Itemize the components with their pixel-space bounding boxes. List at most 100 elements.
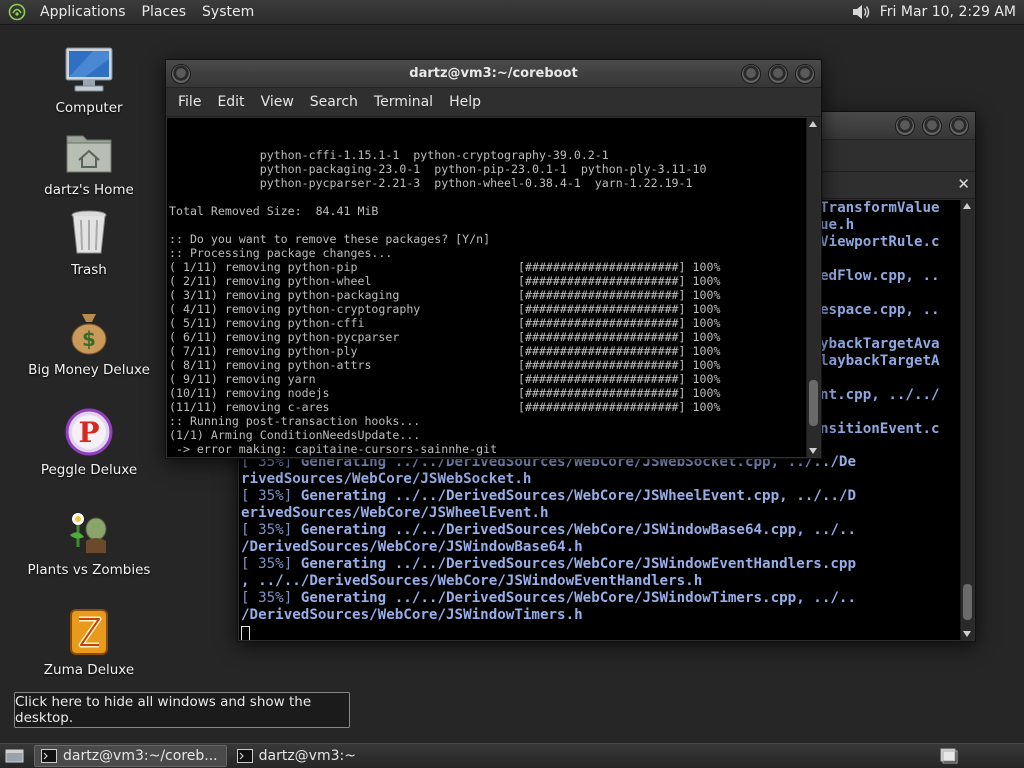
terminal-line: (10/11) removing nodejs [###############… xyxy=(169,386,721,400)
scroll-down-icon[interactable] xyxy=(809,448,817,454)
terminal-line: :: Processing package changes... xyxy=(169,246,393,260)
terminal-lines: python-cffi-1.15.1-1 python-cryptography… xyxy=(169,148,820,457)
build-output-line: rivedSources/WebCore/JSWebSocket.h xyxy=(241,471,856,488)
workspace-switcher-icon[interactable] xyxy=(940,748,958,764)
partial-output-line: ViewportRule.c xyxy=(820,234,940,250)
distro-logo-icon[interactable] xyxy=(8,3,26,21)
svg-text:$: $ xyxy=(82,327,96,351)
taskbar-item-label: dartz@vm3:~ xyxy=(258,748,356,764)
bottom-panel: dartz@vm3:~/coreb... dartz@vm3:~ xyxy=(0,743,1024,768)
partial-output-line xyxy=(820,370,940,387)
partial-output-line xyxy=(820,319,940,336)
close-button[interactable] xyxy=(949,115,969,136)
desktop-icon-zuma[interactable]: Zuma Deluxe xyxy=(14,606,164,678)
taskbar-item-home[interactable]: dartz@vm3:~ xyxy=(231,745,364,767)
build-output-line: [ 35%] Generating ../../DerivedSources/W… xyxy=(241,556,856,573)
minimize-button[interactable] xyxy=(741,63,761,84)
plants-vs-zombies-icon xyxy=(63,506,115,558)
partial-output-line: espace.cpp, .. xyxy=(820,302,940,318)
titlebar[interactable]: dartz@vm3:~/coreboot xyxy=(166,60,821,88)
show-desktop-tooltip: Click here to hide all windows and show … xyxy=(14,692,350,728)
build-output-line: [ 35%] Generating ../../DerivedSources/W… xyxy=(241,590,856,607)
terminal-line: [dartz@vm3 coreboot]$ xyxy=(169,456,820,457)
window-controls xyxy=(895,115,969,136)
menu-search[interactable]: Search xyxy=(302,94,366,110)
desktop-icon-label: Big Money Deluxe xyxy=(28,362,150,378)
panel-tray: Fri Mar 10, 2:29 AM xyxy=(850,2,1024,22)
desktop-icon-computer[interactable]: Computer xyxy=(14,44,164,116)
desktop-icon-plants-vs-zombies[interactable]: Plants vs Zombies xyxy=(14,506,164,578)
terminal-line: ( 3/11) removing python-packaging [#####… xyxy=(169,288,721,302)
terminal-line: ( 7/11) removing python-ply [###########… xyxy=(169,344,721,358)
taskbar-item-label: dartz@vm3:~/coreb... xyxy=(63,748,218,764)
terminal-line: ( 4/11) removing python-cryptography [##… xyxy=(169,302,721,316)
scroll-thumb[interactable] xyxy=(809,380,818,426)
menu-terminal[interactable]: Terminal xyxy=(366,94,441,110)
partial-output-line: laybackTargetA xyxy=(820,353,940,369)
menu-file[interactable]: File xyxy=(170,94,209,110)
window-controls xyxy=(741,63,815,84)
home-folder-icon xyxy=(63,126,115,178)
desktop-icon-label: Plants vs Zombies xyxy=(27,562,151,578)
minimize-button[interactable] xyxy=(895,115,915,136)
terminal-line: ( 9/11) removing yarn [#################… xyxy=(169,372,721,386)
build-message: , ../../DerivedSources/WebCore/JSWindowE… xyxy=(241,573,703,589)
desktop-icon-big-money[interactable]: $ Big Money Deluxe xyxy=(14,306,164,378)
scroll-up-icon[interactable] xyxy=(963,203,971,209)
terminal-cursor xyxy=(241,626,250,640)
window-menu-button[interactable] xyxy=(171,63,191,84)
applications-menu[interactable]: Applications xyxy=(32,4,134,20)
desktop-icon-label: Computer xyxy=(55,100,123,116)
partial-output-line: nt.cpp, ../../ xyxy=(820,387,940,403)
scroll-thumb[interactable] xyxy=(963,584,972,620)
close-tab-icon[interactable]: ✕ xyxy=(957,175,970,193)
partial-output-line: ue.h xyxy=(820,217,855,233)
system-menu[interactable]: System xyxy=(194,4,262,20)
progress-percent: [ 35%] xyxy=(241,488,293,504)
build-output: [ 35%] Generating ../../DerivedSources/W… xyxy=(241,454,856,624)
build-output-line: [ 35%] Generating ../../DerivedSources/W… xyxy=(241,488,856,505)
partial-output-line xyxy=(820,404,940,421)
desktop-icon-peggle[interactable]: P Peggle Deluxe xyxy=(14,406,164,478)
speaker-icon[interactable] xyxy=(850,2,872,22)
places-menu[interactable]: Places xyxy=(134,4,195,20)
terminal-output[interactable]: python-cffi-1.15.1-1 python-cryptography… xyxy=(167,118,820,457)
scroll-up-icon[interactable] xyxy=(809,121,817,127)
clock[interactable]: Fri Mar 10, 2:29 AM xyxy=(880,4,1020,20)
terminal-line: ( 5/11) removing python-cffi [##########… xyxy=(169,316,721,330)
desktop-icon-trash[interactable]: Trash xyxy=(14,206,164,278)
terminal-line: ( 8/11) removing python-attrs [#########… xyxy=(169,358,721,372)
scrollbar[interactable] xyxy=(806,118,820,457)
progress-percent: [ 35%] xyxy=(241,522,293,538)
taskbar-item-coreboot[interactable]: dartz@vm3:~/coreb... xyxy=(34,745,227,767)
maximize-button[interactable] xyxy=(922,115,942,136)
terminal-line: (11/11) removing c-ares [###############… xyxy=(169,400,721,414)
scrollbar[interactable] xyxy=(960,200,974,640)
partial-output-line xyxy=(820,285,940,302)
terminal-window[interactable]: dartz@vm3:~/coreboot File Edit View Sear… xyxy=(165,59,822,459)
menu-help[interactable]: Help xyxy=(441,94,489,110)
build-message: /DerivedSources/WebCore/JSWindowBase64.h xyxy=(241,539,583,555)
terminal-line: Total Removed Size: 84.41 MiB xyxy=(169,204,379,218)
build-message: rivedSources/WebCore/JSWebSocket.h xyxy=(241,471,532,487)
money-bag-icon: $ xyxy=(63,306,115,358)
build-output-line: [ 35%] Generating ../../DerivedSources/W… xyxy=(241,522,856,539)
terminal-line: ( 6/11) removing python-pycparser [#####… xyxy=(169,330,721,344)
scroll-down-icon[interactable] xyxy=(963,631,971,637)
partial-output-column: TransformValue ue.h ViewportRule.c edFlow.c… xyxy=(820,200,940,438)
computer-icon xyxy=(63,44,115,96)
desktop-icon-label: dartz's Home xyxy=(44,182,134,198)
close-button[interactable] xyxy=(795,63,815,84)
terminal-line: ( 2/11) removing python-wheel [#########… xyxy=(169,274,721,288)
build-message: Generating ../../DerivedSources/WebCore/… xyxy=(292,590,856,606)
menu-view[interactable]: View xyxy=(253,94,302,110)
desktop-icon-home[interactable]: dartz's Home xyxy=(14,126,164,198)
maximize-button[interactable] xyxy=(768,63,788,84)
terminal-line: :: Running post-transaction hooks... xyxy=(169,414,421,428)
show-desktop-icon[interactable] xyxy=(4,747,26,765)
menu-edit[interactable]: Edit xyxy=(209,94,252,110)
desktop-icon-label: Trash xyxy=(71,262,107,278)
terminal-line: ( 1/11) removing python-pip [###########… xyxy=(169,260,721,274)
